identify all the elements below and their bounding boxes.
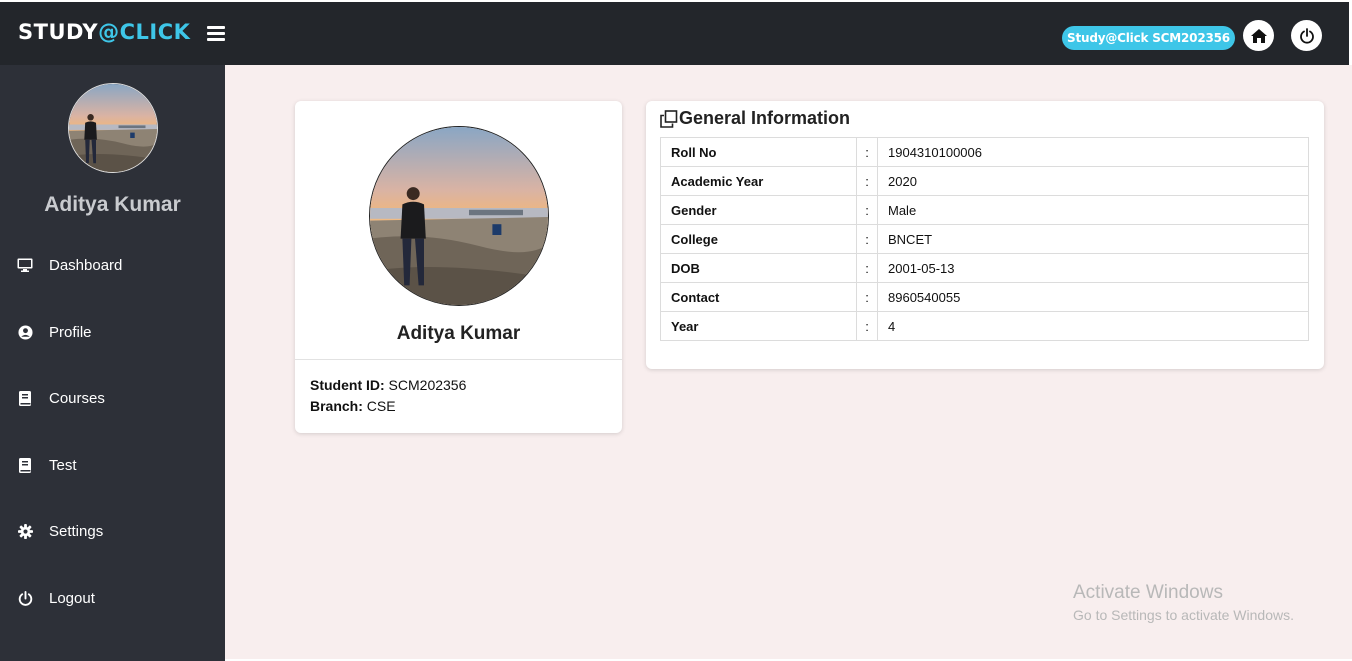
sidebar-item-label: Test [49,456,77,474]
row-separator: : [856,224,878,254]
divider [295,359,622,360]
row-separator: : [856,137,878,167]
row-separator: : [856,282,878,312]
row-separator: : [856,166,878,196]
avatar[interactable] [68,83,158,173]
student-id-value: SCM202356 [388,377,467,393]
profile-photo [369,126,549,306]
sidebar-user-name: Aditya Kumar [44,193,181,216]
book-icon [17,457,33,473]
student-id-badge: Study@Click SCM202356 [1062,26,1235,50]
sidebar-item-dashboard[interactable]: Dashboard [0,245,225,285]
windows-activation-watermark: Activate Windows Go to Settings to activ… [1073,582,1294,623]
sidebar-item-settings[interactable]: Settings [0,511,225,551]
book-icon [17,390,33,406]
power-button[interactable] [1291,20,1322,51]
table-row: Year:4 [660,311,1309,341]
row-value: 1904310100006 [877,137,1309,167]
profile-card: Aditya Kumar Student ID: SCM202356 Branc… [295,101,622,433]
branch-value: CSE [366,398,396,414]
row-value: 2001-05-13 [877,253,1309,283]
table-row: Academic Year:2020 [660,166,1309,196]
brand-text-study: STUDY [18,20,99,44]
brand-text-click: @CLICK [98,20,191,44]
section-title: General Information [660,108,850,129]
brand-logo[interactable]: STUDY@CLICK [18,20,190,44]
section-title-text: General Information [679,108,851,128]
row-value: 2020 [877,166,1309,196]
general-info-table: Roll No:1904310100006 Academic Year:2020… [660,137,1309,341]
profile-name: Aditya Kumar [396,323,521,344]
table-row: College: BNCET [660,224,1309,254]
sidebar-item-label: Settings [49,522,104,540]
row-label: Gender [660,195,857,225]
row-label: Year [660,311,857,341]
table-row: Gender: Male [660,195,1309,225]
row-label: College [660,224,857,254]
row-separator: : [856,253,878,283]
copy-icon [660,109,678,128]
table-row: Contact:8960540055 [660,282,1309,312]
sidebar-item-profile[interactable]: Profile [0,312,225,352]
row-value: Male [877,195,1309,225]
row-label: DOB [660,253,857,283]
general-information-card: General Information Roll No:190431010000… [646,101,1324,369]
sidebar-item-label: Profile [49,323,92,341]
power-icon [17,590,33,606]
sidebar: Aditya Kumar Dashboard Profile Courses T… [0,65,225,661]
watermark-title: Activate Windows [1073,582,1223,603]
row-value: 8960540055 [877,282,1309,312]
student-id-label: Student ID: [310,377,385,393]
row-value: BNCET [877,224,1309,254]
table-row: DOB:2001-05-13 [660,253,1309,283]
monitor-icon [17,257,33,273]
row-label: Academic Year [660,166,857,196]
sidebar-item-label: Dashboard [49,256,123,274]
sidebar-item-test[interactable]: Test [0,445,225,485]
home-button[interactable] [1243,20,1274,51]
table-row: Roll No:1904310100006 [660,137,1309,167]
hamburger-menu-icon[interactable] [207,26,225,42]
watermark-subtitle: Go to Settings to activate Windows. [1073,607,1294,623]
row-label: Roll No [660,137,857,167]
sidebar-item-label: Logout [49,589,95,607]
sidebar-item-label: Courses [49,389,105,407]
power-icon [1299,27,1314,44]
row-separator: : [856,311,878,341]
branch-label: Branch: [310,398,363,414]
user-circle-icon [17,324,33,340]
sidebar-item-logout[interactable]: Logout [0,578,225,618]
top-navbar: STUDY@CLICK Study@Click SCM202356 [0,2,1349,65]
row-value: 4 [877,311,1309,341]
home-icon [1250,28,1267,43]
row-label: Contact [660,282,857,312]
student-id-line: Student ID: SCM202356 [310,377,466,393]
gear-icon [17,523,33,539]
row-separator: : [856,195,878,225]
sidebar-item-courses[interactable]: Courses [0,378,225,418]
branch-line: Branch: CSE [310,398,396,414]
